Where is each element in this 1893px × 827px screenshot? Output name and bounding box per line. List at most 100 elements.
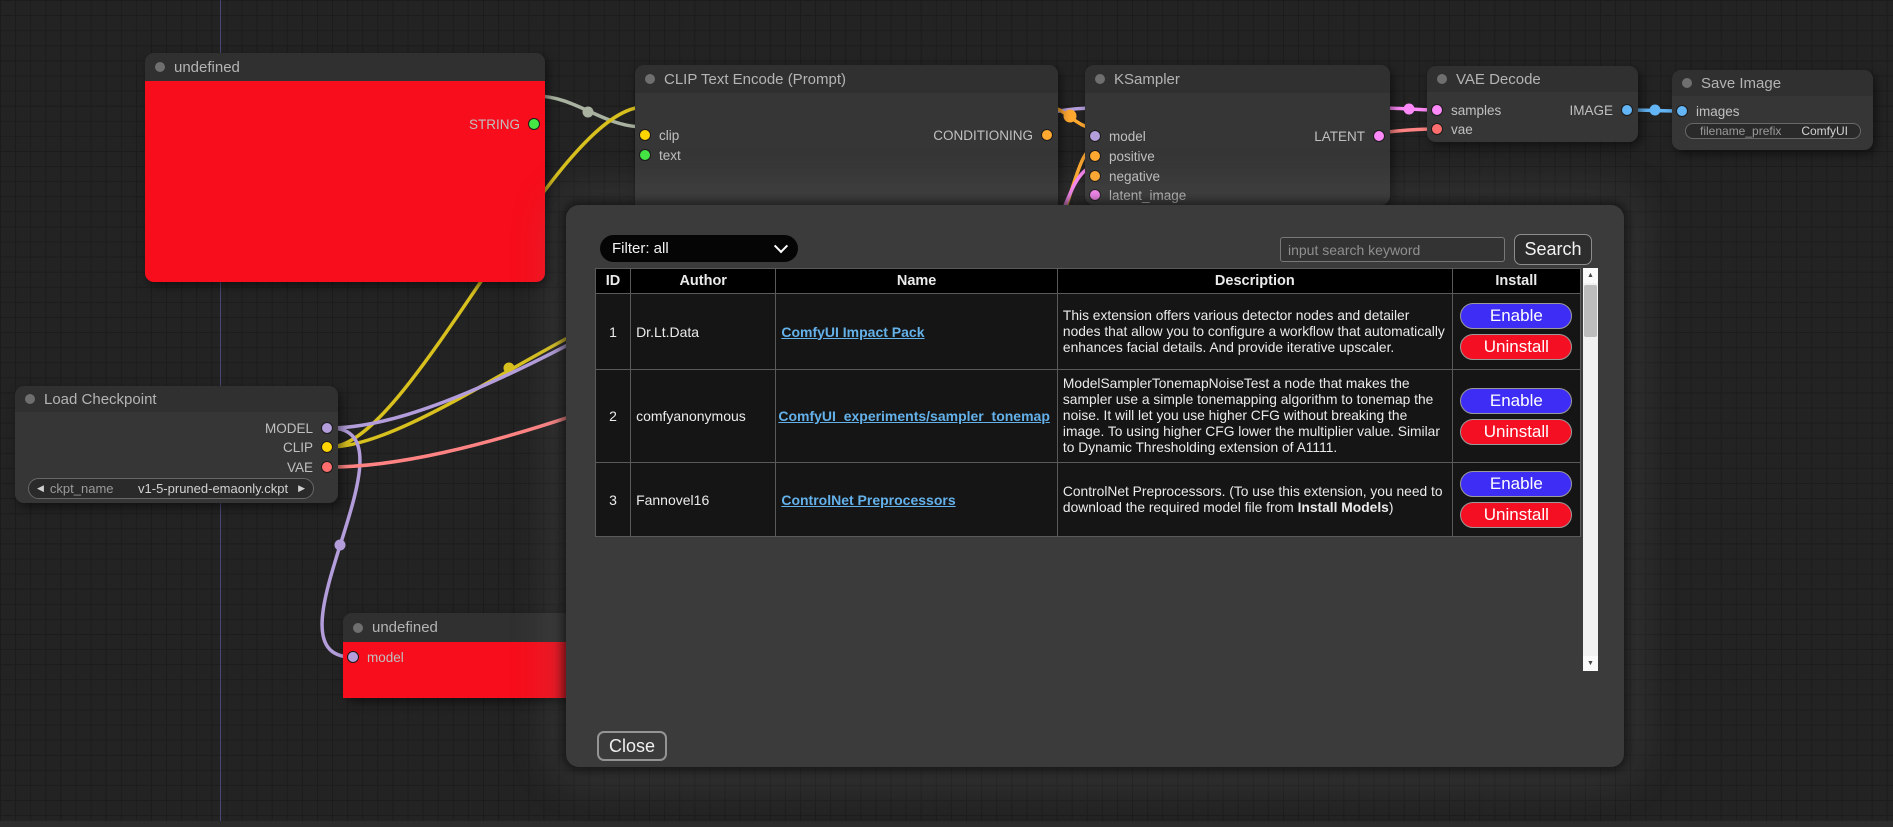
wire-model-midpoint-dot: [335, 540, 346, 551]
port-label: CLIP: [283, 440, 313, 455]
port-string-output[interactable]: STRING: [469, 116, 540, 132]
port-label: model: [367, 650, 404, 665]
scrollbar-down-arrow-icon[interactable]: ▼: [1583, 656, 1598, 671]
wire-image-midpoint-dot: [1650, 105, 1661, 116]
port-label: clip: [659, 128, 679, 143]
node-undefined-1[interactable]: undefined STRING: [145, 53, 545, 282]
extension-table-container: ID Author Name Description Install 1 Dr.…: [595, 268, 1598, 671]
node-title: undefined: [372, 619, 438, 636]
port-clip-input[interactable]: clip: [639, 127, 679, 143]
scrollbar-thumb[interactable]: [1584, 285, 1597, 337]
filter-select[interactable]: Filter: all: [600, 235, 798, 262]
node-ksampler[interactable]: KSampler model positive negative latent_…: [1085, 65, 1390, 205]
port-label: images: [1696, 104, 1740, 119]
chevron-down-icon: [774, 239, 788, 253]
port-label: text: [659, 148, 681, 163]
port-label: latent_image: [1109, 188, 1186, 203]
ckpt-widget-value[interactable]: v1-5-pruned-emaonly.ckpt: [138, 481, 288, 496]
uninstall-button[interactable]: Uninstall: [1460, 334, 1572, 360]
port-latent-output[interactable]: LATENT: [1314, 128, 1385, 144]
node-title-bar[interactable]: undefined: [145, 53, 545, 81]
uninstall-button[interactable]: Uninstall: [1460, 419, 1572, 445]
vae-port-icon[interactable]: [1431, 123, 1443, 135]
image-port-icon[interactable]: [1621, 104, 1633, 116]
enable-button[interactable]: Enable: [1460, 388, 1572, 414]
port-positive-input[interactable]: positive: [1089, 148, 1155, 164]
node-graph-canvas[interactable]: undefined STRING CLIP Text Encode (Promp…: [0, 0, 1893, 827]
port-clip-output[interactable]: CLIP: [283, 439, 333, 455]
filename-prefix-widget[interactable]: filename_prefix ComfyUI: [1685, 123, 1861, 139]
negative-port-icon[interactable]: [1089, 170, 1101, 182]
model-port-icon[interactable]: [347, 651, 359, 663]
search-button[interactable]: Search: [1514, 234, 1592, 265]
text-port-icon[interactable]: [639, 149, 651, 161]
port-conditioning-output[interactable]: CONDITIONING: [933, 127, 1053, 143]
port-label: CONDITIONING: [933, 128, 1033, 143]
port-images-input[interactable]: images: [1676, 103, 1740, 119]
extension-link[interactable]: ComfyUI Impact Pack: [781, 324, 924, 340]
port-vae-input[interactable]: vae: [1431, 121, 1473, 137]
node-save-image[interactable]: Save Image images filename_prefix ComfyU…: [1672, 70, 1873, 150]
enable-button[interactable]: Enable: [1460, 303, 1572, 329]
enable-button[interactable]: Enable: [1460, 471, 1572, 497]
extension-link[interactable]: ComfyUI_experiments/sampler_tonemap: [778, 408, 1050, 424]
cell-install: Enable Uninstall: [1452, 370, 1580, 463]
model-out-port-icon[interactable]: [321, 422, 333, 434]
cell-description: ModelSamplerTonemapNoiseTest a node that…: [1057, 370, 1452, 463]
samples-port-icon[interactable]: [1431, 104, 1443, 116]
node-status-dot-icon: [25, 394, 35, 404]
images-port-icon[interactable]: [1676, 105, 1688, 117]
scrollbar-up-arrow-icon[interactable]: ▲: [1583, 268, 1598, 283]
positive-port-icon[interactable]: [1089, 150, 1101, 162]
string-port-icon[interactable]: [528, 118, 540, 130]
table-header-row: ID Author Name Description Install: [596, 269, 1581, 294]
wire-latent-midpoint-dot: [1404, 104, 1415, 115]
close-button[interactable]: Close: [597, 731, 667, 761]
node-status-dot-icon: [155, 62, 165, 72]
node-title-bar[interactable]: Load Checkpoint: [15, 386, 338, 412]
port-label: STRING: [469, 117, 520, 132]
cell-author: comfyanonymous: [631, 370, 776, 463]
node-title-bar[interactable]: VAE Decode: [1427, 66, 1638, 92]
ckpt-increment-arrow-icon[interactable]: ▶: [298, 484, 305, 493]
node-title-bar[interactable]: Save Image: [1672, 70, 1873, 96]
model-port-icon[interactable]: [1089, 130, 1101, 142]
ckpt-name-widget[interactable]: ◀ ckpt_name v1-5-pruned-emaonly.ckpt ▶: [28, 478, 314, 499]
cell-author: Fannovel16: [631, 463, 776, 537]
node-load-checkpoint[interactable]: Load Checkpoint MODEL CLIP VAE ◀ ckpt_na…: [15, 386, 338, 503]
conditioning-port-icon[interactable]: [1041, 129, 1053, 141]
table-scrollbar[interactable]: ▲ ▼: [1583, 268, 1598, 671]
latent-out-port-icon[interactable]: [1373, 130, 1385, 142]
ckpt-decrement-arrow-icon[interactable]: ◀: [37, 484, 44, 493]
latent-port-icon[interactable]: [1089, 189, 1101, 201]
port-text-input[interactable]: text: [639, 147, 681, 163]
port-image-output[interactable]: IMAGE: [1569, 102, 1633, 118]
port-model-output[interactable]: MODEL: [265, 420, 333, 436]
uninstall-button[interactable]: Uninstall: [1460, 502, 1572, 528]
node-status-dot-icon: [1437, 74, 1447, 84]
node-title: VAE Decode: [1456, 71, 1541, 88]
port-latent-image-input[interactable]: latent_image: [1089, 187, 1186, 203]
search-input[interactable]: [1280, 237, 1505, 262]
port-vae-output[interactable]: VAE: [287, 459, 333, 475]
cell-author: Dr.Lt.Data: [631, 294, 776, 370]
node-vae-decode[interactable]: VAE Decode samples vae IMAGE: [1427, 66, 1638, 142]
node-title-bar[interactable]: KSampler: [1085, 65, 1390, 93]
clip-out-port-icon[interactable]: [321, 441, 333, 453]
port-negative-input[interactable]: negative: [1089, 168, 1160, 184]
ckpt-widget-label: ckpt_name: [50, 481, 114, 496]
node-clip-text-encode[interactable]: CLIP Text Encode (Prompt) clip text COND…: [635, 65, 1058, 228]
filename-widget-value[interactable]: ComfyUI: [1801, 124, 1848, 138]
node-title-bar[interactable]: CLIP Text Encode (Prompt): [635, 65, 1058, 93]
cell-install: Enable Uninstall: [1452, 294, 1580, 370]
extension-link[interactable]: ControlNet Preprocessors: [781, 492, 955, 508]
port-samples-input[interactable]: samples: [1431, 102, 1501, 118]
wire-cond-midpoint-dot: [1064, 110, 1077, 123]
port-model-input[interactable]: model: [347, 649, 404, 665]
port-model-input[interactable]: model: [1089, 128, 1146, 144]
clip-port-icon[interactable]: [639, 129, 651, 141]
cell-install: Enable Uninstall: [1452, 463, 1580, 537]
header-description: Description: [1057, 269, 1452, 294]
header-author: Author: [631, 269, 776, 294]
vae-out-port-icon[interactable]: [321, 461, 333, 473]
